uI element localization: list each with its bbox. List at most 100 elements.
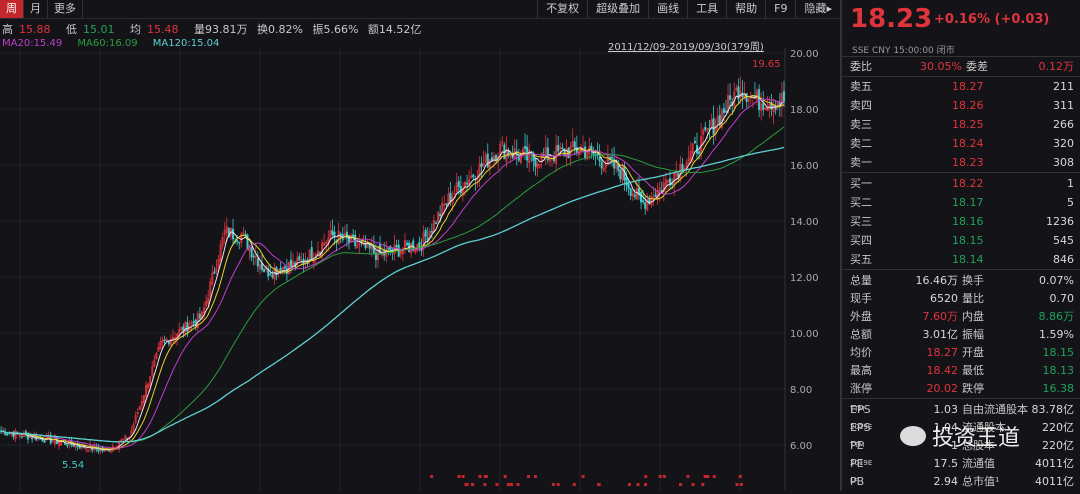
candle-body: [745, 93, 748, 102]
candle-body: [31, 437, 34, 440]
tab-month[interactable]: 月: [24, 0, 48, 18]
tab-more[interactable]: 更多: [48, 0, 83, 18]
ask-row[interactable]: 卖一 18.23 308: [842, 153, 1080, 172]
event-marker: [464, 483, 468, 486]
volume: 320: [1053, 137, 1074, 150]
ask-row[interactable]: 卖三 18.25 266: [842, 115, 1080, 134]
overlay-button[interactable]: 超级叠加: [587, 0, 648, 19]
label: 涨停: [850, 382, 872, 395]
help-button[interactable]: 帮助: [726, 0, 765, 19]
candle-body: [20, 435, 23, 438]
value: 16.38: [1042, 382, 1075, 395]
high-label: 高: [2, 23, 13, 36]
price: 18.26: [952, 99, 984, 112]
candle-body: [611, 157, 614, 159]
event-marker: [678, 483, 682, 486]
event-marker: [644, 483, 648, 486]
candle-body: [486, 153, 489, 168]
volume: 308: [1053, 156, 1074, 169]
candle-body: [439, 213, 442, 217]
event-marker: [627, 483, 631, 486]
value: 18.42: [926, 364, 959, 377]
order-ratio-row: 委比 30.05% 委差 0.12万: [842, 57, 1080, 76]
volume: 量93.81万: [194, 23, 248, 36]
candle-body: [729, 95, 732, 100]
candle-body: [625, 177, 628, 186]
candle-body: [345, 231, 348, 239]
label: 买五: [850, 253, 872, 266]
label: 买二: [850, 196, 872, 209]
candle-body: [213, 271, 216, 274]
tab-week[interactable]: 周: [0, 0, 24, 18]
candle-body: [758, 89, 761, 110]
label: 总市值¹: [962, 475, 1000, 488]
candle-body: [782, 91, 785, 102]
event-marker: [735, 483, 739, 486]
ask-row[interactable]: 卖四 18.26 311: [842, 96, 1080, 115]
price: 18.27: [952, 80, 984, 93]
volume: 846: [1053, 253, 1074, 266]
candle-body: [600, 161, 603, 169]
hide-button[interactable]: 隐藏▸: [795, 0, 840, 19]
stat-row: 均价 18.27 开盘 18.15: [842, 343, 1080, 362]
candlestick-chart[interactable]: 20.00 18.00 16.00 14.00 12.00 10.00 8.00 6.00 19…: [0, 48, 840, 491]
label: 均价: [850, 346, 872, 359]
candle-body: [629, 188, 632, 196]
ma5-line: [0, 92, 785, 451]
price: 18.22: [952, 177, 984, 190]
candle-body: [395, 245, 398, 248]
bid-row[interactable]: 买四 18.15 545: [842, 231, 1080, 250]
volume: 1236: [1046, 215, 1074, 228]
bid-row[interactable]: 买二 18.17 5: [842, 193, 1080, 212]
candle-body: [590, 145, 593, 150]
label: 流通值: [962, 457, 995, 470]
value: 4011亿: [1035, 457, 1074, 470]
candle-body: [252, 255, 255, 258]
candle-body: [633, 194, 636, 198]
y-tick-label: 16.00: [790, 161, 819, 172]
quote-panel: 18.23 +0.16% (+0.03) SSE CNY 15:00:00 闭市…: [840, 0, 1080, 491]
candle-body: [192, 321, 195, 323]
event-marker: [597, 483, 601, 486]
candle-body: [534, 158, 537, 167]
candle-body: [283, 266, 286, 269]
candle-body: [722, 108, 725, 114]
candle-body: [434, 222, 438, 225]
f9-button[interactable]: F9: [765, 0, 795, 19]
candle-body: [269, 273, 272, 276]
tools-button[interactable]: 工具: [687, 0, 726, 19]
stat-row: 现手 6520 量比 0.70: [842, 289, 1080, 308]
y-tick-label: 6.00: [790, 441, 812, 452]
y-tick-label: 20.00: [790, 49, 819, 60]
candle-body: [250, 247, 253, 258]
candle-body: [186, 322, 189, 332]
event-marker: [701, 483, 705, 486]
candle-body: [107, 449, 110, 452]
turnover: 换0.82%: [257, 23, 303, 36]
candle-body: [418, 241, 421, 248]
event-marker: [478, 475, 482, 478]
bid-row[interactable]: 买三 18.16 1236: [842, 212, 1080, 231]
bid-row[interactable]: 买五 18.14 846: [842, 250, 1080, 269]
event-marker: [516, 483, 520, 486]
ask-row[interactable]: 卖五 18.27 211: [842, 77, 1080, 96]
candle-body: [561, 147, 564, 150]
fundamental-row: PB LF 2.94 总市值¹ 4011亿: [842, 472, 1080, 491]
value: 18.15: [1042, 346, 1075, 359]
price: 18.16: [952, 215, 984, 228]
last-price: 18.23: [850, 4, 933, 34]
bid-row[interactable]: 买一 18.22 1: [842, 174, 1080, 193]
metric: PE: [850, 457, 864, 470]
candle-body: [424, 230, 427, 237]
value: 4011亿: [1035, 475, 1074, 488]
event-marker: [506, 483, 510, 486]
y-tick-label: 18.00: [790, 105, 819, 116]
label: 卖二: [850, 137, 872, 150]
candle-body: [430, 230, 433, 233]
candle-body: [724, 110, 727, 113]
draw-line-button[interactable]: 画线: [648, 0, 687, 19]
label: 买四: [850, 234, 872, 247]
candle-body: [704, 127, 707, 131]
ask-row[interactable]: 卖二 18.24 320: [842, 134, 1080, 153]
no-adjust-button[interactable]: 不复权: [537, 0, 587, 19]
